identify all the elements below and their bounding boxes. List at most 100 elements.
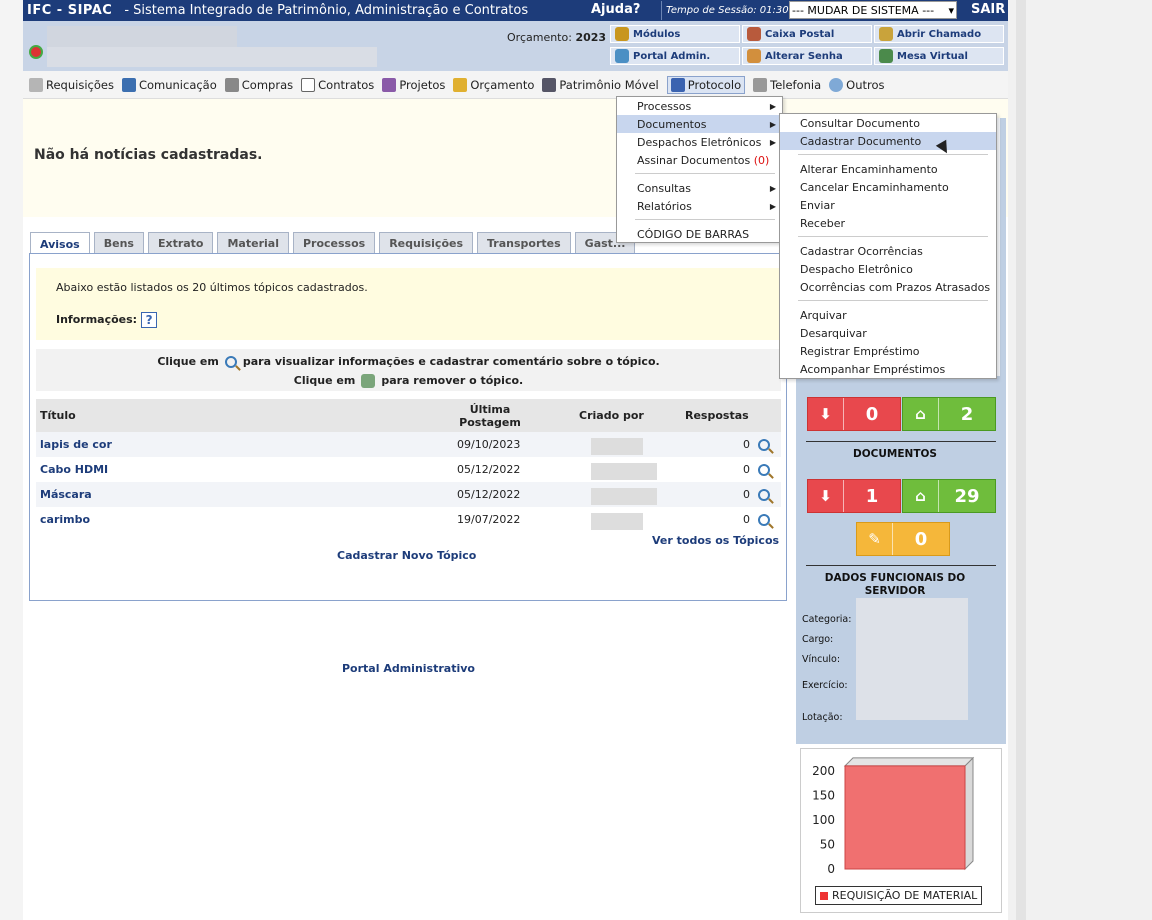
menu-item-registrar-emprestimo[interactable]: Registrar Empréstimo — [780, 342, 996, 360]
help-link[interactable]: Ajuda? — [591, 2, 640, 17]
staff-data-title: DADOS FUNCIONAIS DO SERVIDOR — [824, 572, 966, 597]
col-replies: Respostas — [685, 409, 749, 422]
change-system-select[interactable]: --- MUDAR DE SISTEMA --- ▾ — [789, 1, 957, 19]
menu-item-arquivar[interactable]: Arquivar — [780, 306, 996, 324]
chevron-right-icon: ▶ — [769, 101, 776, 111]
field-bond: Vínculo: — [802, 654, 841, 665]
menu-compras[interactable]: Compras — [224, 77, 293, 92]
tab-transportes[interactable]: Transportes — [477, 232, 571, 254]
topic-title[interactable]: carimbo — [40, 507, 90, 532]
user-unit-redacted — [47, 47, 377, 67]
session-timer: Tempo de Sessão: 01:30 — [661, 1, 793, 20]
menu-item-despachos[interactable]: Despachos Eletrônicos ▶ — [617, 133, 782, 151]
news-empty-message: Não há notícias cadastradas. — [34, 147, 263, 163]
menu-protocolo[interactable]: Protocolo — [666, 75, 746, 94]
logout-button[interactable]: SAIR — [971, 2, 1005, 17]
help-question-icon[interactable]: ? — [141, 312, 158, 328]
documents-home-counter[interactable]: ⌂ 29 — [902, 479, 996, 513]
menu-projetos[interactable]: Projetos — [382, 77, 445, 92]
chevron-right-icon: ▶ — [769, 201, 776, 211]
open-ticket-button[interactable]: Abrir Chamado — [874, 25, 1004, 43]
tab-avisos[interactable]: Avisos — [30, 232, 90, 255]
menu-item-assinar[interactable]: Assinar Documentos (0) — [617, 151, 782, 169]
documents-pending-counter[interactable]: ⬇ 1 — [807, 479, 901, 513]
menu-contratos[interactable]: Contratos — [301, 77, 374, 92]
menu-item-cancelar-encaminhamento[interactable]: Cancelar Encaminhamento — [780, 178, 996, 196]
menu-item-codigo-barras[interactable]: CÓDIGO DE BARRAS — [617, 225, 782, 243]
view-topic-icon[interactable] — [758, 463, 770, 476]
notices-info-label: Informações:? — [56, 312, 158, 328]
menu-item-cadastrar-ocorrencias[interactable]: Cadastrar Ocorrências — [780, 242, 996, 260]
notices-info-box: Abaixo estão listados os 20 últimos tópi… — [36, 268, 781, 340]
author-redacted — [591, 513, 643, 530]
menu-item-enviar[interactable]: Enviar — [780, 196, 996, 214]
see-all-topics-link[interactable]: Ver todos os Tópicos — [652, 534, 779, 547]
system-full-name: - Sistema Integrado de Patrimônio, Admin… — [124, 3, 529, 18]
coins-icon — [453, 77, 468, 92]
menu-item-desarquivar[interactable]: Desarquivar — [780, 324, 996, 342]
requisition-chart: 200 150 100 50 0 REQUISIÇÃO DE MATERIAL — [800, 748, 1002, 913]
menu-item-ocorrencias-atrasadas[interactable]: Ocorrências com Prazos Atrasados — [780, 278, 996, 296]
documents-drafts-counter[interactable]: ✎ 0 — [856, 522, 950, 556]
notices-hint: Clique em para visualizar informações e c… — [36, 349, 781, 391]
recycle-icon — [361, 374, 376, 388]
view-topic-icon[interactable] — [758, 438, 770, 451]
tab-material[interactable]: Material — [217, 232, 289, 254]
tab-bens[interactable]: Bens — [93, 232, 144, 254]
processes-home-counter[interactable]: ⌂ 2 — [902, 397, 996, 431]
documents-dropdown: Consultar Documento Cadastrar Documento … — [779, 113, 997, 379]
contract-icon — [301, 77, 316, 92]
budget-year: Orçamento: 2023 — [507, 31, 607, 44]
menu-item-acompanhar-emprestimos[interactable]: Acompanhar Empréstimos — [780, 360, 996, 378]
refresh-icon[interactable] — [29, 45, 43, 59]
menu-item-relatorios[interactable]: Relatórios ▶ — [617, 197, 782, 215]
menu-outros[interactable]: Outros — [829, 77, 885, 92]
chevron-right-icon: ▶ — [769, 119, 776, 129]
bar-top — [843, 757, 975, 767]
change-password-button[interactable]: Alterar Senha — [742, 47, 872, 65]
menu-item-processos[interactable]: Processos ▶ — [617, 97, 782, 115]
tab-requisicoes[interactable]: Requisições — [379, 232, 474, 254]
menu-item-consultar-documento[interactable]: Consultar Documento — [780, 114, 996, 132]
menu-item-cadastrar-documento[interactable]: Cadastrar Documento — [780, 132, 996, 150]
topic-replies: 0 — [743, 513, 750, 526]
menu-orcamento[interactable]: Orçamento — [453, 77, 534, 92]
processes-pending-counter[interactable]: ⬇ 0 — [807, 397, 901, 431]
magnifier-icon — [224, 356, 237, 368]
virtual-desk-button[interactable]: Mesa Virtual — [874, 47, 1004, 65]
menu-item-despacho-eletronico[interactable]: Despacho Eletrônico — [780, 260, 996, 278]
requests-icon — [29, 77, 43, 92]
topic-title[interactable]: Máscara — [40, 482, 92, 507]
modules-icon — [615, 27, 629, 41]
menu-comunicacao[interactable]: Comunicação — [121, 77, 217, 92]
user-name-redacted — [47, 26, 237, 48]
author-redacted — [591, 438, 643, 455]
author-redacted — [591, 463, 657, 480]
admin-portal-footer-link[interactable]: Portal Administrativo — [342, 662, 475, 675]
menu-telefonia[interactable]: Telefonia — [753, 77, 821, 92]
topic-date: 19/07/2022 — [457, 513, 521, 526]
col-last-post: Última Postagem — [459, 402, 521, 429]
admin-portal-button[interactable]: Portal Admin. — [610, 47, 740, 65]
chevron-right-icon: ▶ — [769, 137, 776, 147]
tab-extrato[interactable]: Extrato — [147, 232, 214, 254]
view-topic-icon[interactable] — [758, 513, 770, 526]
tab-processos[interactable]: Processos — [292, 232, 376, 254]
menu-item-receber[interactable]: Receber — [780, 214, 996, 232]
page: IFC - SIPAC - Sistema Integrado de Patri… — [23, 0, 1008, 920]
portal-icon — [615, 49, 629, 63]
menu-item-alterar-encaminhamento[interactable]: Alterar Encaminhamento — [780, 160, 996, 178]
menu-patrimonio-movel[interactable]: Patrimônio Móvel — [542, 77, 659, 92]
menu-item-documentos[interactable]: Documentos ▶ — [617, 115, 782, 133]
menu-item-consultas[interactable]: Consultas ▶ — [617, 179, 782, 197]
search-icon — [829, 77, 844, 92]
cart-icon — [224, 77, 239, 92]
chevron-down-icon: ▾ — [948, 3, 954, 17]
modules-button[interactable]: Módulos — [610, 25, 740, 43]
topic-title[interactable]: Cabo HDMI — [40, 457, 108, 482]
topic-title[interactable]: lapis de cor — [40, 432, 112, 457]
new-topic-link[interactable]: Cadastrar Novo Tópico — [337, 549, 476, 562]
view-topic-icon[interactable] — [758, 488, 770, 501]
mailbox-button[interactable]: Caixa Postal — [742, 25, 872, 43]
menu-requisicoes[interactable]: Requisições — [29, 77, 114, 92]
